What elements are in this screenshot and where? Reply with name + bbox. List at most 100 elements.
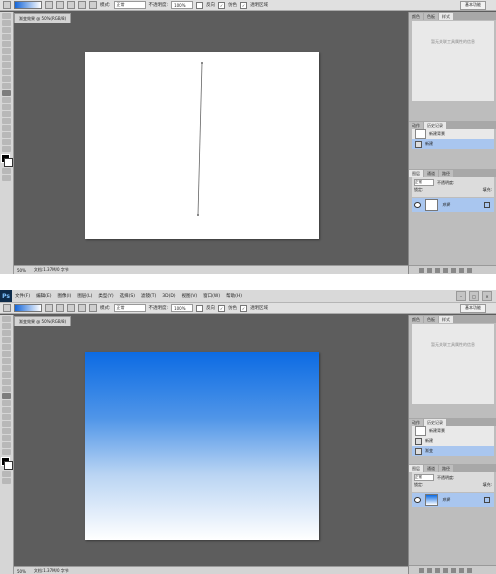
tab-layers[interactable]: 图层 [409, 170, 423, 177]
brush-tool-icon[interactable] [2, 62, 11, 68]
background-color[interactable] [4, 158, 13, 167]
crop-tool-icon[interactable] [2, 41, 11, 47]
history-step[interactable]: 渐变 [412, 446, 494, 456]
zoom-level[interactable]: 50% [17, 569, 26, 574]
diamond-gradient-button[interactable] [89, 1, 97, 9]
radial-gradient-button[interactable] [56, 304, 64, 312]
blend-mode-select[interactable]: 正常 [414, 474, 434, 481]
tab-history[interactable]: 历史记录 [424, 419, 446, 426]
add-mask-icon[interactable] [435, 267, 440, 273]
link-layers-icon[interactable] [419, 567, 424, 573]
layer-background[interactable]: 背景 [412, 198, 494, 212]
tab-channels[interactable]: 通道 [424, 170, 438, 177]
new-layer-icon[interactable] [459, 267, 464, 273]
pen-tool-icon[interactable] [2, 414, 11, 420]
mode-select[interactable]: 正常 [113, 1, 146, 9]
menu-type[interactable]: 类型(Y) [95, 293, 116, 299]
tab-color[interactable]: 颜色 [409, 13, 423, 20]
tab-channels[interactable]: 通道 [424, 465, 438, 472]
lasso-tool-icon[interactable] [2, 330, 11, 336]
tab-styles[interactable]: 样式 [439, 316, 453, 323]
transparency-checkbox[interactable]: ✓ [240, 304, 248, 312]
document-tab[interactable]: 渐变效果 @ 50%(RGB/8) [14, 316, 72, 326]
history-step[interactable]: 新建 [412, 139, 494, 149]
history-snapshot[interactable]: 新建背景 [412, 129, 494, 139]
maximize-icon[interactable]: □ [469, 291, 479, 301]
add-mask-icon[interactable] [435, 567, 440, 573]
zoom-tool-icon[interactable] [2, 146, 11, 152]
history-brush-tool-icon[interactable] [2, 379, 11, 385]
type-tool-icon[interactable] [2, 421, 11, 427]
tab-paths[interactable]: 路径 [439, 465, 453, 472]
workspace-button[interactable]: 基本功能 [460, 303, 486, 313]
diamond-gradient-button[interactable] [89, 304, 97, 312]
tool-preset-picker[interactable] [3, 304, 11, 312]
trash-icon[interactable] [467, 267, 472, 273]
gradient-swatch[interactable] [14, 1, 42, 9]
layer-style-icon[interactable] [427, 567, 432, 573]
document-canvas[interactable] [85, 352, 319, 540]
new-layer-icon[interactable] [459, 567, 464, 573]
tab-actions[interactable]: 动作 [409, 122, 423, 129]
tab-color[interactable]: 颜色 [409, 316, 423, 323]
tab-paths[interactable]: 路径 [439, 170, 453, 177]
stamp-tool-icon[interactable] [2, 372, 11, 378]
opacity-input[interactable]: 100% [171, 304, 194, 312]
menu-image[interactable]: 图像(I) [54, 293, 74, 299]
color-swatches[interactable] [1, 154, 13, 167]
move-tool-icon[interactable] [2, 316, 11, 322]
lasso-tool-icon[interactable] [2, 27, 11, 33]
shape-tool-icon[interactable] [2, 435, 11, 441]
healing-tool-icon[interactable] [2, 55, 11, 61]
adjustment-layer-icon[interactable] [443, 267, 448, 273]
menu-3d[interactable]: 3D(D) [159, 294, 178, 299]
eyedropper-tool-icon[interactable] [2, 48, 11, 54]
tool-preset-picker[interactable] [3, 1, 11, 9]
transparency-checkbox[interactable]: ✓ [240, 1, 248, 9]
screen-mode-icon[interactable] [2, 175, 11, 181]
quick-select-tool-icon[interactable] [2, 34, 11, 40]
menu-filter[interactable]: 滤镜(T) [138, 293, 159, 299]
linear-gradient-button[interactable] [45, 1, 53, 9]
menu-view[interactable]: 视图(V) [179, 293, 201, 299]
gradient-tool-icon[interactable] [2, 90, 11, 96]
reverse-checkbox[interactable] [196, 304, 204, 312]
tab-swatches[interactable]: 色板 [424, 316, 438, 323]
screen-mode-icon[interactable] [2, 478, 11, 484]
menu-edit[interactable]: 编辑(E) [33, 293, 54, 299]
menu-layer[interactable]: 图层(L) [74, 293, 95, 299]
marquee-tool-icon[interactable] [2, 20, 11, 26]
layer-background[interactable]: 背景 [412, 493, 494, 507]
menu-help[interactable]: 帮助(H) [223, 293, 245, 299]
reverse-checkbox[interactable] [196, 1, 204, 9]
minimize-icon[interactable]: – [456, 291, 466, 301]
gradient-tool-icon[interactable] [2, 393, 11, 399]
healing-tool-icon[interactable] [2, 358, 11, 364]
dodge-tool-icon[interactable] [2, 407, 11, 413]
link-layers-icon[interactable] [419, 267, 424, 273]
blur-tool-icon[interactable] [2, 400, 11, 406]
menu-file[interactable]: 文件(F) [12, 293, 33, 299]
eyedropper-tool-icon[interactable] [2, 351, 11, 357]
angle-gradient-button[interactable] [67, 1, 75, 9]
hand-tool-icon[interactable] [2, 139, 11, 145]
path-select-tool-icon[interactable] [2, 428, 11, 434]
quick-mask-icon[interactable] [2, 471, 11, 477]
brush-tool-icon[interactable] [2, 365, 11, 371]
adjustment-layer-icon[interactable] [443, 567, 448, 573]
dither-checkbox[interactable]: ✓ [218, 1, 226, 9]
dodge-tool-icon[interactable] [2, 104, 11, 110]
move-tool-icon[interactable] [2, 13, 11, 19]
pen-tool-icon[interactable] [2, 111, 11, 117]
tab-history[interactable]: 历史记录 [424, 122, 446, 129]
gradient-swatch[interactable] [14, 304, 42, 312]
new-group-icon[interactable] [451, 267, 456, 273]
quick-select-tool-icon[interactable] [2, 337, 11, 343]
visibility-eye-icon[interactable] [414, 202, 421, 208]
workspace-button[interactable]: 基本功能 [460, 0, 486, 10]
layer-style-icon[interactable] [427, 267, 432, 273]
history-snapshot[interactable]: 新建背景 [412, 426, 494, 436]
menu-window[interactable]: 窗口(W) [200, 293, 223, 299]
color-swatches[interactable] [1, 457, 13, 470]
new-group-icon[interactable] [451, 567, 456, 573]
